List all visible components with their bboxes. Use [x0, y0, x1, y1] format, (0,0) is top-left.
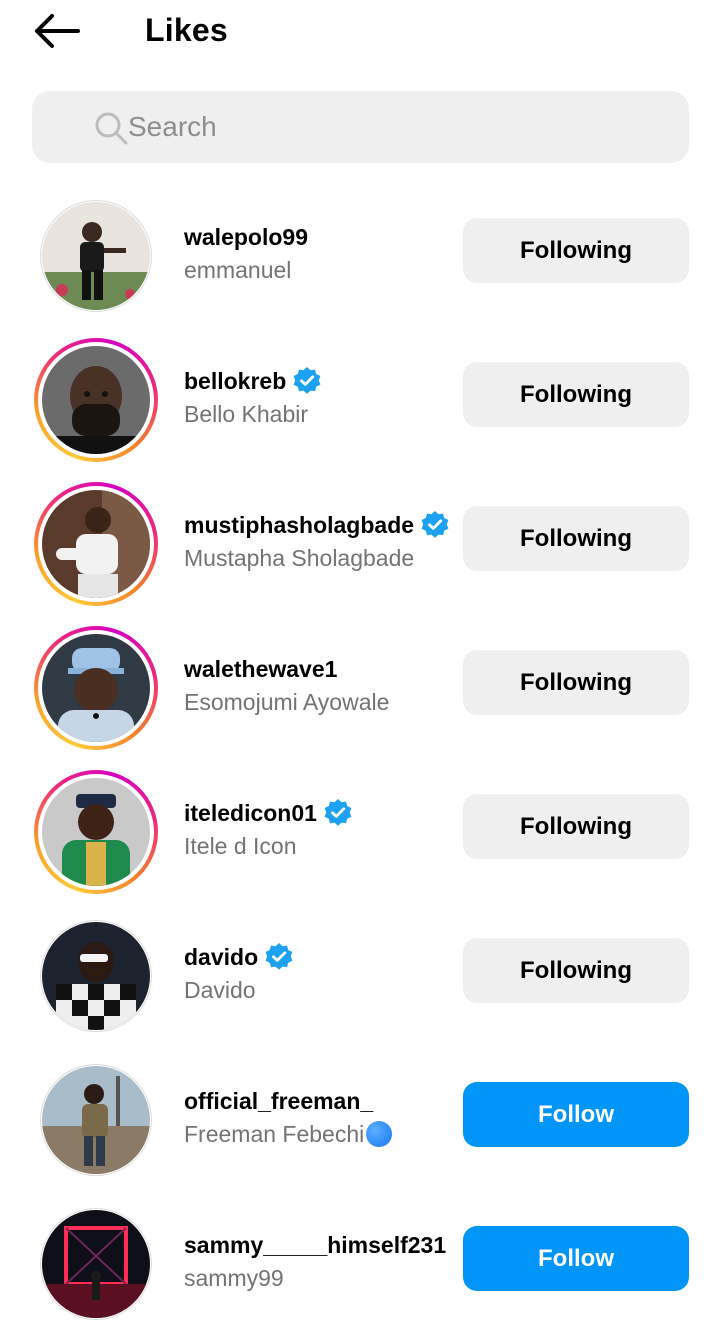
full-name-row: emmanuel — [184, 255, 308, 285]
follow-button[interactable]: Follow — [463, 1226, 689, 1291]
username[interactable]: walepolo99 — [184, 224, 308, 251]
username-row: walethewave1 — [184, 654, 389, 684]
following-button[interactable]: Following — [463, 506, 689, 571]
username-row: walepolo99 — [184, 222, 308, 252]
avatar — [42, 778, 150, 886]
full-name: Esomojumi Ayowale — [184, 688, 390, 715]
list-item[interactable]: official_freeman_ Freeman Febechi Follow — [0, 1044, 720, 1188]
full-name-row: Itele d Icon — [184, 831, 353, 861]
avatar-frame — [38, 630, 154, 746]
following-button[interactable]: Following — [463, 938, 689, 1003]
avatar-frame — [40, 1064, 152, 1176]
username[interactable]: sammy_____himself231 — [184, 1232, 446, 1259]
list-item[interactable]: bellokreb Bello Khabir Following — [0, 324, 720, 468]
avatar-frame — [38, 342, 154, 458]
list-item[interactable]: iteledicon01 Itele d Icon Following — [0, 756, 720, 900]
full-name: Bello Khabir — [184, 400, 309, 427]
full-name-row: Bello Khabir — [184, 399, 322, 429]
following-button[interactable]: Following — [463, 362, 689, 427]
username[interactable]: iteledicon01 — [184, 800, 317, 827]
search-icon — [94, 111, 128, 145]
full-name: Mustapha Sholagbade — [184, 544, 415, 571]
story-ring[interactable] — [34, 482, 158, 606]
avatar-frame — [40, 920, 152, 1032]
avatar-frame — [40, 1208, 152, 1320]
following-button[interactable]: Following — [463, 650, 689, 715]
verified-badge-icon — [264, 942, 294, 972]
search-bar[interactable] — [32, 91, 689, 163]
full-name-row: Davido — [184, 975, 294, 1005]
blue-circle-emoji-icon — [366, 1121, 393, 1147]
list-item[interactable]: walethewave1 Esomojumi Ayowale Following — [0, 612, 720, 756]
list-item[interactable]: davido Davido Following — [0, 900, 720, 1044]
username-row: bellokreb — [184, 366, 322, 396]
user-info: sammy_____himself231 sammy99 — [184, 1230, 446, 1293]
avatar — [42, 1066, 150, 1174]
user-info: walepolo99 emmanuel — [184, 222, 308, 285]
full-name: Itele d Icon — [184, 832, 297, 859]
following-button[interactable]: Following — [463, 218, 689, 283]
avatar — [42, 346, 150, 454]
full-name: emmanuel — [184, 256, 292, 283]
verified-badge-icon — [420, 510, 450, 540]
avatar-container[interactable] — [34, 914, 158, 1038]
user-info: official_freeman_ Freeman Febechi — [184, 1086, 393, 1149]
full-name-row: Freeman Febechi — [184, 1119, 393, 1149]
user-info: walethewave1 Esomojumi Ayowale — [184, 654, 389, 717]
user-info: davido Davido — [184, 942, 294, 1005]
avatar — [42, 1210, 150, 1318]
arrow-left-icon — [32, 13, 80, 54]
user-info: iteledicon01 Itele d Icon — [184, 798, 353, 861]
story-ring[interactable] — [34, 770, 158, 894]
avatar — [42, 490, 150, 598]
full-name-row: Mustapha Sholagbade — [184, 543, 450, 573]
search-input[interactable] — [128, 91, 668, 163]
user-info: bellokreb Bello Khabir — [184, 366, 322, 429]
avatar-frame — [40, 200, 152, 312]
username-row: official_freeman_ — [184, 1086, 392, 1116]
full-name: Davido — [184, 976, 256, 1003]
avatar — [42, 922, 150, 1030]
full-name: sammy99 — [184, 1264, 284, 1291]
top-bar: Likes — [0, 0, 720, 70]
list-item[interactable]: walepolo99 emmanuel Following — [0, 180, 720, 324]
username[interactable]: bellokreb — [184, 368, 286, 395]
back-button[interactable] — [28, 10, 84, 56]
username-row: mustiphasholagbade — [184, 510, 450, 540]
username[interactable]: walethewave1 — [184, 656, 337, 683]
full-name-row: Esomojumi Ayowale — [184, 687, 389, 717]
username-row: iteledicon01 — [184, 798, 353, 828]
following-button[interactable]: Following — [463, 794, 689, 859]
full-name-row: sammy99 — [184, 1263, 446, 1293]
full-name: Freeman Febechi — [184, 1120, 365, 1147]
username[interactable]: davido — [184, 944, 258, 971]
story-ring[interactable] — [34, 338, 158, 462]
verified-badge-icon — [323, 798, 353, 828]
story-ring[interactable] — [34, 626, 158, 750]
list-item[interactable]: sammy_____himself231 sammy99 Follow — [0, 1188, 720, 1332]
avatar-frame — [38, 774, 154, 890]
page-title: Likes — [145, 12, 228, 48]
avatar-container[interactable] — [34, 1058, 158, 1182]
username-row: sammy_____himself231 — [184, 1230, 446, 1260]
username[interactable]: official_freeman_ — [184, 1088, 373, 1115]
username[interactable]: mustiphasholagbade — [184, 512, 414, 539]
username-row: davido — [184, 942, 294, 972]
avatar-frame — [38, 486, 154, 602]
user-info: mustiphasholagbade Mustapha Sholagbade — [184, 510, 450, 573]
avatar-container[interactable] — [34, 194, 158, 318]
verified-badge-icon — [292, 366, 322, 396]
avatar-container[interactable] — [34, 1202, 158, 1326]
avatar — [42, 202, 150, 310]
list-item[interactable]: mustiphasholagbade Mustapha Sholagbade Fol… — [0, 468, 720, 612]
follow-button[interactable]: Follow — [463, 1082, 689, 1147]
avatar — [42, 634, 150, 742]
